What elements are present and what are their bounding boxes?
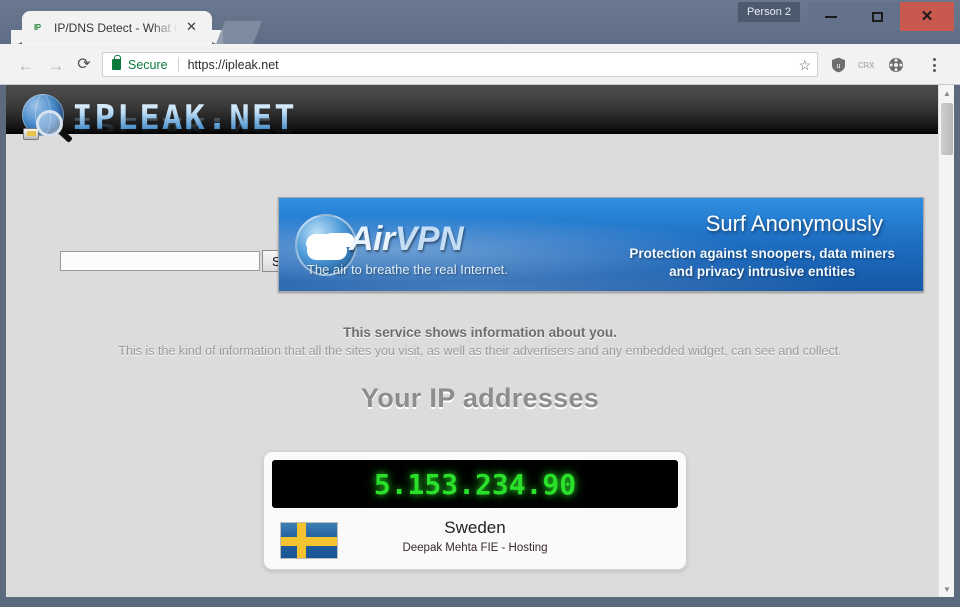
- reload-button[interactable]: ⟳: [72, 53, 96, 77]
- address-bar[interactable]: Secure https://ipleak.net ☆: [102, 52, 818, 77]
- profile-chip[interactable]: Person 2: [737, 2, 800, 22]
- airvpn-ad-banner[interactable]: AirVPN The air to breathe the real Inter…: [278, 197, 924, 292]
- banner-headline: Surf Anonymously: [705, 211, 883, 236]
- window-maximize-button[interactable]: [854, 2, 900, 31]
- browser-toolbar: ← → ⟳ Secure https://ipleak.net ☆ u CRX: [0, 44, 960, 85]
- omnibox-divider: [177, 57, 179, 72]
- page-scrollbar[interactable]: ▲ ▼: [938, 85, 954, 597]
- chrome-menu-button[interactable]: [925, 54, 943, 76]
- scroll-down-arrow-icon[interactable]: ▼: [939, 581, 955, 597]
- banner-subline-1: Protection against snoopers, data miners: [629, 246, 895, 261]
- tab-favicon-icon: IP: [34, 23, 41, 32]
- back-button[interactable]: ←: [14, 53, 38, 77]
- airvpn-tagline: The air to breathe the real Internet.: [307, 262, 508, 277]
- window-frame-right: [954, 85, 960, 607]
- menu-dot: [932, 58, 936, 61]
- window-close-button[interactable]: ✕: [900, 2, 954, 31]
- window-frame-left: [0, 85, 6, 607]
- airvpn-brand-text: AirVPN: [349, 220, 464, 259]
- security-label: Secure: [128, 57, 168, 72]
- maximize-icon: [871, 11, 883, 22]
- title-bar: IP IP/DNS Detect - What is ✕ Person 2 ✕: [0, 0, 960, 44]
- film-reel-icon[interactable]: [886, 55, 906, 75]
- ip-result-card: 5.153.234.90 Sweden Deepak Mehta FIE - H…: [263, 451, 687, 570]
- page-viewport: IPLEAK.NET IPLEAK.NET Search - Docs AirV…: [6, 85, 954, 597]
- svg-text:u: u: [836, 63, 840, 70]
- airvpn-logo: AirVPN The air to breathe the real Inter…: [293, 212, 543, 280]
- menu-dot: [932, 63, 936, 67]
- site-logo[interactable]: IPLEAK.NET IPLEAK.NET: [14, 88, 374, 166]
- crx-icon[interactable]: CRX: [856, 55, 876, 75]
- forward-button[interactable]: →: [44, 53, 68, 77]
- intro-title: This service shows information about you…: [343, 325, 617, 340]
- page-title: Your IP addresses: [360, 383, 600, 413]
- scroll-up-arrow-icon[interactable]: ▲: [939, 85, 955, 101]
- globe-magnifier-icon: [22, 94, 73, 143]
- tab-close-icon[interactable]: ✕: [184, 20, 199, 35]
- scrollbar-thumb[interactable]: [941, 103, 953, 155]
- minimize-icon: [825, 15, 837, 18]
- airvpn-brand-vpn: VPN: [394, 220, 464, 258]
- intro-block: This service shows information about you…: [6, 325, 954, 358]
- menu-dot: [932, 69, 936, 72]
- browser-window: IP IP/DNS Detect - What is ✕ Person 2 ✕ …: [0, 0, 960, 607]
- isp-label: Deepak Mehta FIE - Hosting: [402, 542, 548, 554]
- tab-title: IP/DNS Detect - What is: [54, 21, 178, 35]
- browser-tab-active[interactable]: IP IP/DNS Detect - What is ✕: [11, 11, 223, 44]
- magnifier-lens-icon: [36, 110, 63, 137]
- url-text: https://ipleak.net: [187, 57, 279, 72]
- ip-display-panel: 5.153.234.90: [272, 460, 678, 508]
- intro-subtitle: This is the kind of information that all…: [118, 344, 842, 358]
- ublock-origin-icon[interactable]: u: [828, 55, 848, 75]
- lock-icon: [112, 55, 121, 70]
- ip-address-value: 5.153.234.90: [373, 467, 577, 501]
- window-minimize-button[interactable]: [808, 2, 854, 31]
- site-logo-reflection: IPLEAK.NET: [72, 112, 297, 138]
- close-icon: ✕: [920, 8, 934, 25]
- banner-subline-2: and privacy intrusive entities: [669, 264, 856, 279]
- airvpn-brand-air: Air: [349, 220, 395, 258]
- search-input[interactable]: [60, 251, 260, 271]
- country-label: Sweden: [444, 518, 506, 537]
- banner-subtext: Protection against snoopers, data miners…: [629, 245, 895, 281]
- bookmark-star-icon[interactable]: ☆: [798, 57, 811, 74]
- window-frame-bottom: [0, 597, 960, 607]
- ip-meta-row: Sweden Deepak Mehta FIE - Hosting: [272, 518, 678, 564]
